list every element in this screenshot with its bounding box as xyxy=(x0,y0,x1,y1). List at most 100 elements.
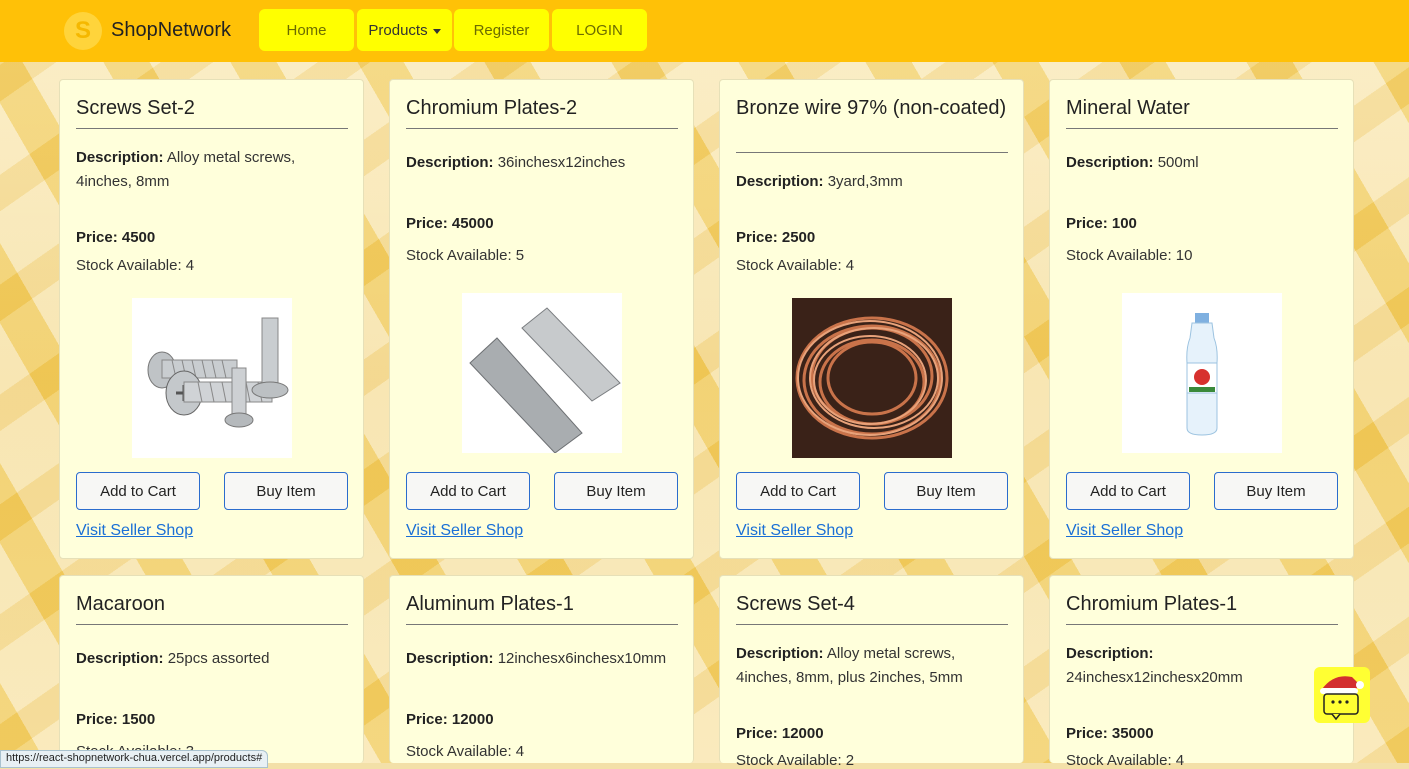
add-to-cart-button[interactable]: Add to Cart xyxy=(1066,472,1190,510)
stock-label: Stock Available: xyxy=(406,743,512,760)
divider xyxy=(406,128,678,129)
add-to-cart-label: Add to Cart xyxy=(100,482,176,500)
visit-seller-shop-link[interactable]: Visit Seller Shop xyxy=(1066,522,1183,540)
buy-item-label: Buy Item xyxy=(256,482,316,500)
nav-products-label: Products xyxy=(368,21,428,39)
nav-products-dropdown[interactable]: Products xyxy=(357,9,452,51)
stock-value: 4 xyxy=(515,743,525,760)
price-value: 2500 xyxy=(781,229,816,246)
nav-register[interactable]: Register xyxy=(454,9,549,51)
product-price: Price: 2500 xyxy=(736,229,815,246)
description-value: 24inchesx12inchesx20mm xyxy=(1066,669,1243,686)
product-title: Mineral Water xyxy=(1066,97,1190,119)
visit-seller-shop-link[interactable]: Visit Seller Shop xyxy=(76,522,193,540)
stock-label: Stock Available: xyxy=(1066,247,1172,264)
buy-item-button[interactable]: Buy Item xyxy=(884,472,1008,510)
description-label: Description: xyxy=(406,650,494,667)
product-price: Price: 1500 xyxy=(76,711,155,728)
stock-value: 2 xyxy=(845,752,855,769)
add-to-cart-label: Add to Cart xyxy=(760,482,836,500)
metal-plates-image xyxy=(462,293,622,453)
stock-value: 5 xyxy=(515,247,525,264)
product-description: Description: 12inchesx6inchesx10mm xyxy=(406,647,681,671)
product-card: Screws Set-4 Description: Alloy metal sc… xyxy=(719,575,1024,769)
product-card: Screws Set-2 Description: Alloy metal sc… xyxy=(59,79,364,559)
buy-item-button[interactable]: Buy Item xyxy=(224,472,348,510)
price-label: Price: xyxy=(406,215,448,232)
product-card: Chromium Plates-2 Description: 36inchesx… xyxy=(389,79,694,559)
navbar: S ShopNetwork Home Products Register LOG… xyxy=(0,0,1409,62)
divider xyxy=(76,128,348,129)
description-label: Description: xyxy=(1066,645,1154,662)
visit-seller-shop-link[interactable]: Visit Seller Shop xyxy=(736,522,853,540)
stock-value: 10 xyxy=(1175,247,1193,264)
visit-seller-shop-link[interactable]: Visit Seller Shop xyxy=(406,522,523,540)
price-label: Price: xyxy=(736,725,778,742)
logo-icon[interactable]: S xyxy=(64,12,102,50)
description-label: Description: xyxy=(76,149,164,166)
product-card: Aluminum Plates-1 Description: 12inchesx… xyxy=(389,575,694,763)
stock-label: Stock Available: xyxy=(736,752,842,769)
price-value: 1500 xyxy=(121,711,156,728)
chat-bot-santa-icon xyxy=(1320,676,1364,721)
stock-value: 4 xyxy=(185,257,195,274)
browser-status-url: https://react-shopnetwork-chua.vercel.ap… xyxy=(0,750,269,768)
screws-image xyxy=(132,298,292,458)
add-to-cart-button[interactable]: Add to Cart xyxy=(406,472,530,510)
product-stock: Stock Available: 5 xyxy=(406,247,524,264)
nav-login[interactable]: LOGIN xyxy=(552,9,647,51)
price-label: Price: xyxy=(406,711,448,728)
product-description: Description: 25pcs assorted xyxy=(76,647,351,671)
nav-home-label: Home xyxy=(286,21,327,39)
product-description: Description: Alloy metal screws, 4inches… xyxy=(76,146,351,194)
description-label: Description: xyxy=(406,154,494,171)
description-value: 12inchesx6inchesx10mm xyxy=(497,650,667,667)
price-value: 100 xyxy=(1111,215,1137,232)
product-stock: Stock Available: 4 xyxy=(1066,752,1184,769)
buy-item-button[interactable]: Buy Item xyxy=(1214,472,1338,510)
product-price: Price: 35000 xyxy=(1066,725,1154,742)
price-label: Price: xyxy=(736,229,778,246)
description-value: 36inchesx12inches xyxy=(497,154,626,171)
price-value: 45000 xyxy=(451,215,494,232)
product-description: Description: 36inchesx12inches xyxy=(406,151,681,175)
price-label: Price: xyxy=(1066,725,1108,742)
stock-label: Stock Available: xyxy=(736,257,842,274)
product-title: Macaroon xyxy=(76,593,165,615)
product-stock: Stock Available: 10 xyxy=(1066,247,1192,264)
stock-label: Stock Available: xyxy=(76,257,182,274)
brand-name[interactable]: ShopNetwork xyxy=(111,19,231,42)
product-description: Description: 3yard,3mm xyxy=(736,170,1011,194)
description-value: 500ml xyxy=(1157,154,1199,171)
chat-widget-button[interactable] xyxy=(1314,667,1370,723)
buy-item-label: Buy Item xyxy=(1246,482,1306,500)
logo-letter: S xyxy=(74,17,91,44)
caret-down-icon xyxy=(432,28,441,34)
divider xyxy=(1066,128,1338,129)
copper-wire-image xyxy=(792,298,952,458)
product-stock: Stock Available: 4 xyxy=(736,257,854,274)
product-title: Bronze wire 97% (non-coated) xyxy=(736,97,1007,119)
description-label: Description: xyxy=(1066,154,1154,171)
product-price: Price: 100 xyxy=(1066,215,1137,232)
description-label: Description: xyxy=(736,645,824,662)
product-card: Bronze wire 97% (non-coated) Description… xyxy=(719,79,1024,559)
nav-login-label: LOGIN xyxy=(576,21,623,39)
add-to-cart-button[interactable]: Add to Cart xyxy=(76,472,200,510)
water-bottle-image xyxy=(1122,293,1282,453)
add-to-cart-button[interactable]: Add to Cart xyxy=(736,472,860,510)
product-price: Price: 12000 xyxy=(736,725,824,742)
product-price: Price: 12000 xyxy=(406,711,494,728)
divider xyxy=(76,624,348,625)
price-value: 35000 xyxy=(1111,725,1154,742)
product-title: Chromium Plates-1 xyxy=(1066,593,1238,615)
nav-home[interactable]: Home xyxy=(259,9,354,51)
product-stock: Stock Available: 4 xyxy=(406,743,524,760)
price-label: Price: xyxy=(1066,215,1108,232)
description-label: Description: xyxy=(76,650,164,667)
buy-item-button[interactable]: Buy Item xyxy=(554,472,678,510)
product-price: Price: 4500 xyxy=(76,229,155,246)
price-value: 12000 xyxy=(451,711,494,728)
product-stock: Stock Available: 4 xyxy=(76,257,194,274)
product-card: Macaroon Description: 25pcs assorted Pri… xyxy=(59,575,364,763)
